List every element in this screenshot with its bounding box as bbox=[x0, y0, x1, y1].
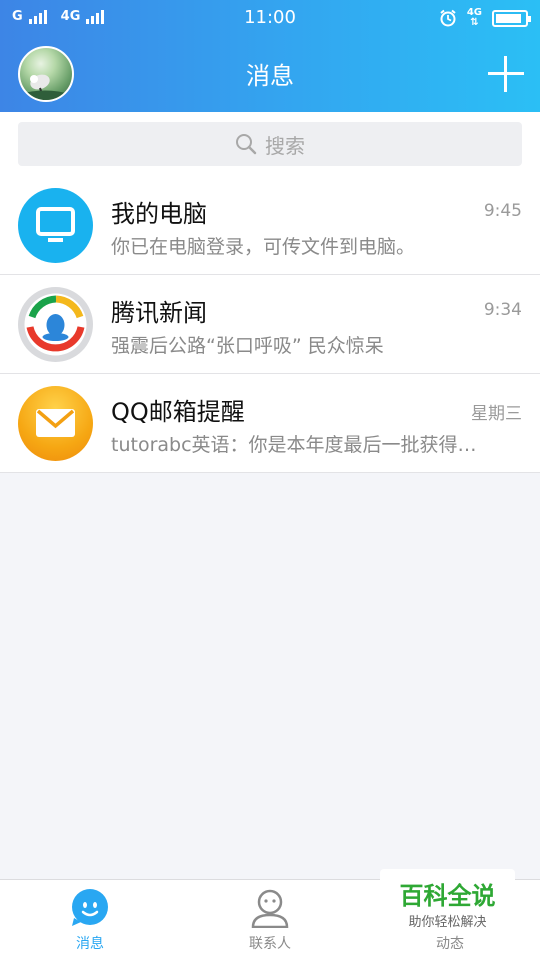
search-icon bbox=[236, 134, 257, 155]
tab-label: 动态 bbox=[436, 936, 464, 952]
list-item[interactable]: 腾讯新闻 9:34 强震后公路“张口呼吸” 民众惊呆 bbox=[0, 275, 540, 374]
tab-messages[interactable]: 消息 bbox=[0, 880, 180, 960]
tab-label: 联系人 bbox=[249, 936, 291, 952]
tab-label: 消息 bbox=[76, 936, 104, 952]
battery-icon bbox=[492, 9, 531, 27]
list-item[interactable]: QQ邮箱提醒 星期三 tutorabc英语：你是本年度最后一批获得… bbox=[0, 374, 540, 473]
conversation-preview: 强震后公路“张口呼吸” 民众惊呆 bbox=[111, 335, 384, 357]
conversation-list: 我的电脑 9:45 你已在电脑登录，可传文件到电脑。 腾讯新闻 9:34 强震后… bbox=[0, 176, 540, 473]
tab-contacts[interactable]: 联系人 bbox=[180, 880, 360, 960]
add-button[interactable] bbox=[488, 56, 524, 92]
tencent-news-icon bbox=[18, 287, 93, 362]
watermark-logo: 百科全说 助你轻松解决 bbox=[380, 869, 515, 935]
search-area: 搜索 bbox=[0, 112, 540, 176]
battery-level bbox=[496, 13, 521, 23]
person-icon bbox=[251, 889, 289, 928]
mail-icon bbox=[18, 386, 93, 461]
watermark-subtitle: 助你轻松解决 bbox=[408, 915, 487, 930]
conversation-preview: tutorabc英语：你是本年度最后一批获得… bbox=[111, 434, 477, 456]
data-arrows-icon: ⇅ bbox=[470, 17, 479, 28]
conversation-name: 腾讯新闻 bbox=[111, 299, 207, 327]
status-bar: G 4G 11:00 4G ⇅ bbox=[0, 0, 540, 36]
list-item[interactable]: 我的电脑 9:45 你已在电脑登录，可传文件到电脑。 bbox=[0, 176, 540, 275]
conversation-time: 星期三 bbox=[471, 404, 522, 424]
search-placeholder: 搜索 bbox=[265, 133, 305, 158]
status-icons: 4G ⇅ bbox=[439, 8, 531, 28]
header: 消息 bbox=[0, 36, 540, 112]
message-bubble-icon bbox=[72, 889, 108, 926]
page-title: 消息 bbox=[246, 62, 294, 90]
computer-icon bbox=[18, 188, 93, 263]
conversation-time: 9:34 bbox=[483, 300, 522, 320]
conversation-name: 我的电脑 bbox=[111, 200, 207, 228]
search-input[interactable]: 搜索 bbox=[18, 122, 522, 166]
alarm-icon bbox=[440, 9, 456, 27]
conversation-time: 9:45 bbox=[483, 201, 522, 221]
watermark-title: 百科全说 bbox=[399, 882, 496, 910]
network-type: 4G ⇅ bbox=[467, 8, 482, 28]
conversation-preview: 你已在电脑登录，可传文件到电脑。 bbox=[111, 236, 416, 258]
conversation-name: QQ邮箱提醒 bbox=[111, 398, 245, 426]
